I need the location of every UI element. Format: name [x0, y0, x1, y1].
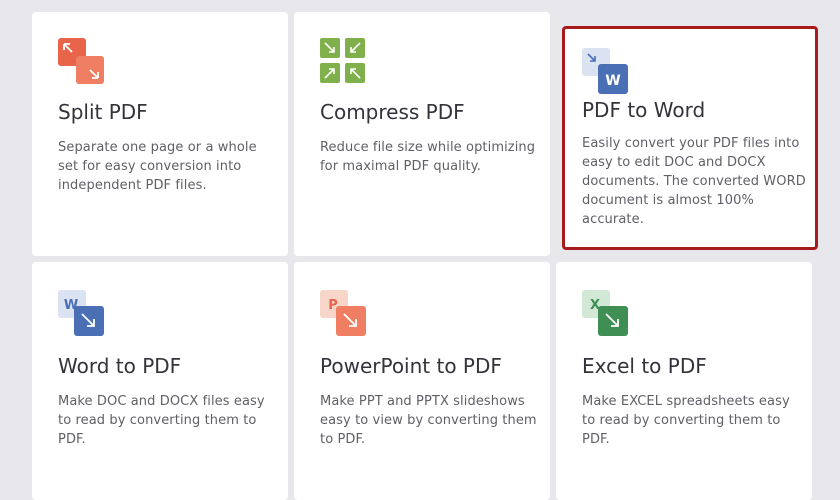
tool-card-excel-to-pdf[interactable]: X Excel to PDF Make EXCEL spreadsheets e…	[556, 262, 812, 500]
compress-pdf-icon	[320, 38, 366, 84]
tool-description: Make EXCEL spreadsheets easy to read by …	[582, 394, 790, 447]
tool-title: Split PDF	[58, 100, 148, 124]
powerpoint-to-pdf-icon: P	[320, 290, 366, 336]
tool-card-powerpoint-to-pdf[interactable]: P PowerPoint to PDF Make PPT and PPTX sl…	[294, 262, 550, 500]
split-pdf-icon	[58, 38, 104, 84]
tool-title: PowerPoint to PDF	[320, 354, 502, 378]
tool-description: Reduce file size while optimizing for ma…	[320, 140, 536, 174]
tool-description: Make DOC and DOCX files easy to read by …	[58, 394, 265, 447]
tools-grid: Split PDF Separate one page or a whole s…	[0, 0, 840, 500]
tool-title: Compress PDF	[320, 100, 465, 124]
svg-text:W: W	[605, 73, 620, 89]
tool-title: Word to PDF	[58, 354, 182, 378]
tool-description: Separate one page or a whole set for eas…	[58, 140, 257, 193]
word-to-pdf-icon: W	[58, 290, 104, 336]
tool-title: PDF to Word	[582, 98, 706, 122]
tool-card-split-pdf[interactable]: Split PDF Separate one page or a whole s…	[32, 12, 288, 256]
excel-to-pdf-icon: X	[582, 290, 628, 336]
tool-description: Make PPT and PPTX slideshows easy to vie…	[320, 394, 537, 447]
pdf-to-word-icon: W	[582, 48, 628, 94]
tool-description: Easily convert your PDF files into easy …	[582, 136, 806, 227]
tool-card-word-to-pdf[interactable]: W Word to PDF Make DOC and DOCX files ea…	[32, 262, 288, 500]
tool-title: Excel to PDF	[582, 354, 707, 378]
tool-card-pdf-to-word[interactable]: W PDF to Word Easily convert your PDF fi…	[562, 26, 818, 250]
tool-card-compress-pdf[interactable]: Compress PDF Reduce file size while opti…	[294, 12, 550, 256]
